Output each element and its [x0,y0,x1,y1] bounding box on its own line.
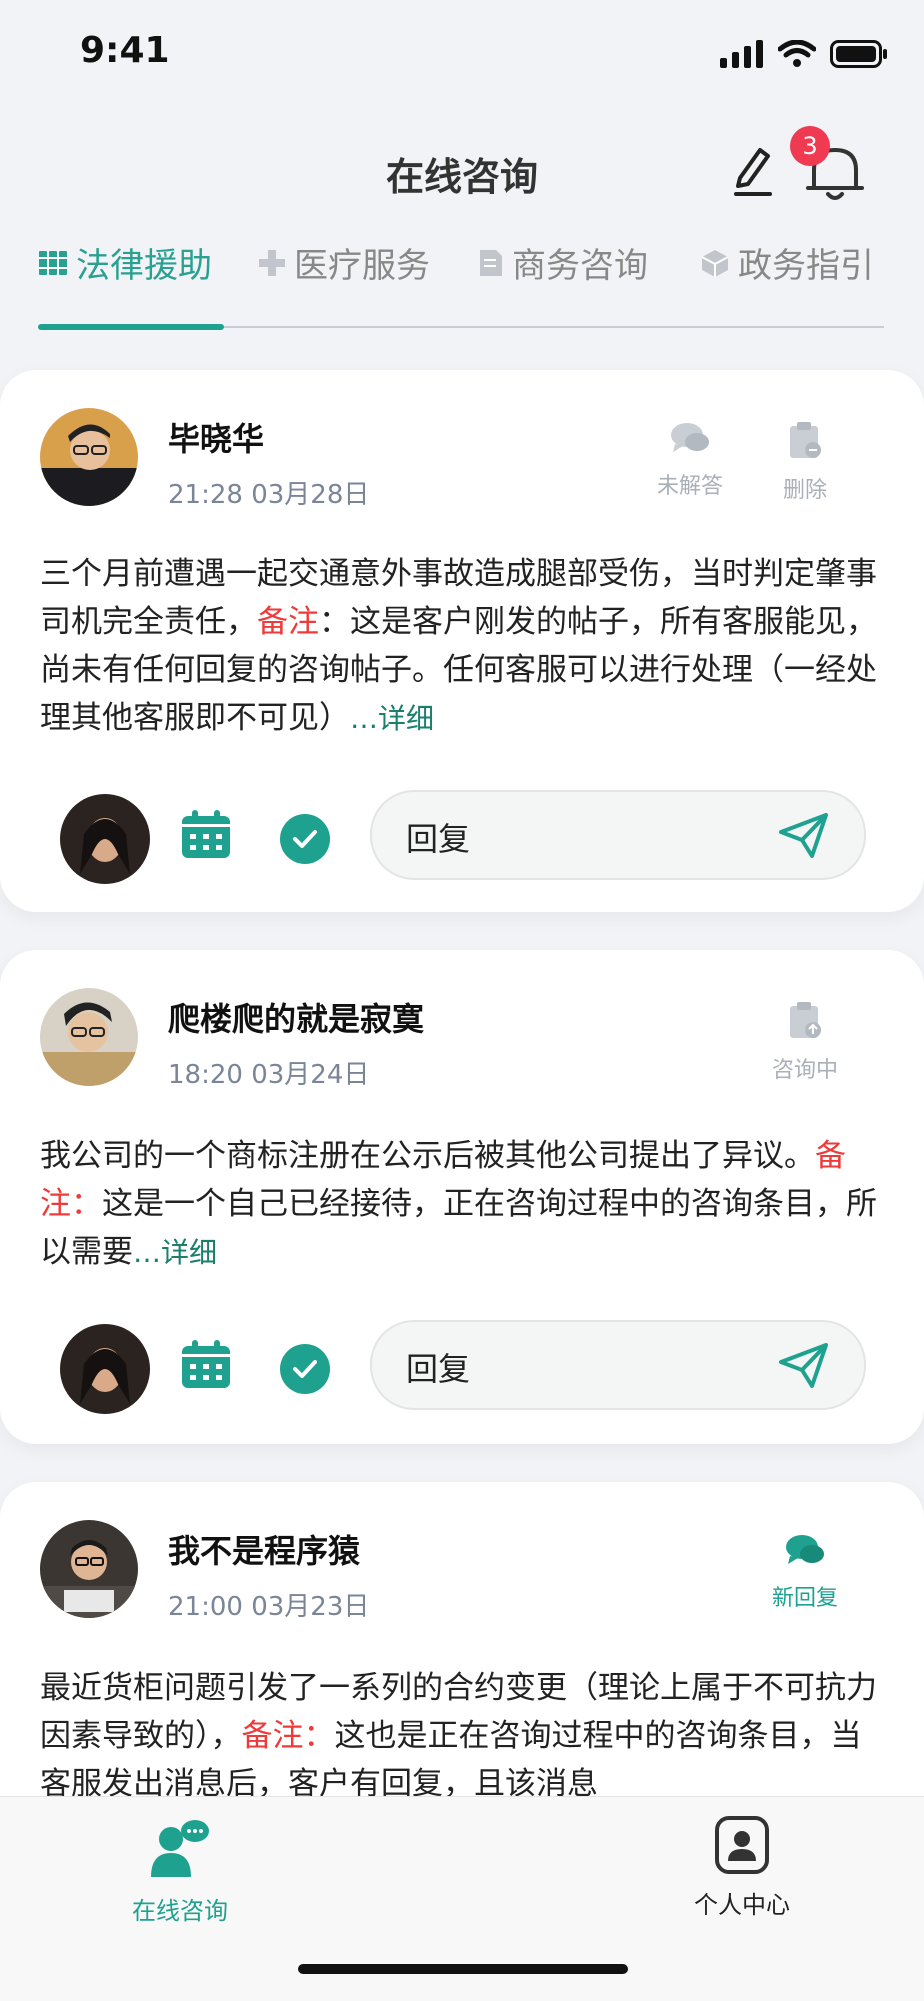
content-text: 我公司的一个商标注册在公示后被其他公司提出了异议。 [40,1138,815,1174]
nav-label: 在线咨询 [132,1897,228,1925]
note-label: 备注： [241,1718,335,1754]
notification-badge: 3 [790,126,830,166]
avatar[interactable] [40,1520,138,1618]
active-tab-indicator [38,324,224,330]
tab-government[interactable]: 政务指引 [700,238,874,287]
document-icon [480,249,502,276]
author-name: 毕晓华 [168,420,265,458]
category-tabs: 法律援助 医疗服务 商务咨询 政务指引 [38,230,884,330]
clipboard-upload-icon [790,1002,821,1038]
chat-bubbles-icon [671,423,709,452]
tab-label: 法律援助 [76,246,212,286]
tab-business[interactable]: 商务咨询 [478,238,648,287]
new-reply-status[interactable]: 新回复 [755,1532,855,1612]
tab-medical[interactable]: 医疗服务 [258,238,430,287]
send-icon[interactable] [778,812,830,860]
confirm-button[interactable] [280,814,330,864]
author-name: 我不是程序猿 [168,1532,361,1570]
reply-placeholder: 回复 [406,820,471,858]
note-label: 备注 [257,604,319,640]
cube-icon [701,249,729,277]
author-name: 爬楼爬的就是寂寞 [168,1000,425,1038]
pen-icon [734,148,772,196]
assignee-avatar[interactable] [60,1324,150,1414]
assignee-avatar[interactable] [60,794,150,884]
confirm-button[interactable] [280,1344,330,1394]
post-time: 21:00 03月23日 [168,1592,370,1622]
reply-placeholder: 回复 [406,1350,471,1388]
in-consultation-status[interactable]: 咨询中 [755,1000,855,1084]
status-time: 9:41 [80,30,170,71]
nav-profile[interactable]: 个人中心 [652,1815,832,1920]
post-card[interactable]: 爬楼爬的就是寂寞 18:20 03月24日 咨询中 我公司的一个商标注册在公示后… [0,950,924,1444]
status-icons [720,40,888,68]
send-icon[interactable] [778,1342,830,1390]
home-indicator [298,1964,628,1974]
delete-button[interactable]: 删除 [755,420,855,504]
more-link[interactable]: …详细 [350,702,434,735]
chat-bubbles-icon [786,1535,824,1564]
reply-input[interactable]: 回复 [370,790,866,880]
signal-icon [720,40,763,68]
status-bar: 9:41 [0,0,924,110]
post-content: 三个月前遭遇一起交通意外事故造成腿部受伤，当时判定肇事司机完全责任，备注：这是客… [40,550,886,743]
post-time: 21:28 03月28日 [168,480,370,510]
check-icon [293,1360,317,1378]
header: 在线咨询 [0,120,924,220]
reply-input[interactable]: 回复 [370,1320,866,1410]
calendar-icon[interactable] [180,808,232,860]
page-title: 在线咨询 [385,155,538,199]
card-footer: 回复 [0,788,924,888]
post-time: 18:20 03月24日 [168,1060,370,1090]
avatar[interactable] [40,988,138,1086]
tab-legal-aid[interactable]: 法律援助 [38,238,212,287]
nav-label: 个人中心 [694,1891,790,1919]
tab-label: 医疗服务 [294,246,430,286]
action-label: 未解答 [656,474,723,499]
profile-icon [715,1816,769,1874]
wifi-icon [778,40,816,67]
calendar-icon[interactable] [180,1338,232,1390]
avatar[interactable] [40,408,138,506]
clipboard-delete-icon [790,422,821,458]
card-footer: 回复 [0,1318,924,1418]
plus-icon [259,249,285,276]
action-label: 咨询中 [771,1058,838,1083]
check-icon [293,830,317,848]
unanswered-status[interactable]: 未解答 [640,420,740,500]
battery-icon [830,40,887,68]
edit-button[interactable] [730,142,774,198]
nav-online-consult[interactable]: 在线咨询 [90,1815,270,1926]
book-icon [39,250,67,275]
consult-person-icon [151,1820,209,1877]
action-label: 新回复 [771,1586,838,1611]
action-label: 删除 [782,478,827,503]
post-content: 我公司的一个商标注册在公示后被其他公司提出了异议。备注：这是一个自己已经接待，正… [40,1132,886,1277]
post-card[interactable]: 毕晓华 21:28 03月28日 未解答 删除 三个月前遭遇一起交通意外事故造成… [0,370,924,912]
more-link[interactable]: …详细 [133,1236,217,1269]
post-content: 最近货柜问题引发了一系列的合约变更（理论上属于不可抗力因素导致的），备注：这也是… [40,1664,886,1808]
tab-label: 政务指引 [738,246,874,286]
tab-label: 商务咨询 [512,246,648,286]
